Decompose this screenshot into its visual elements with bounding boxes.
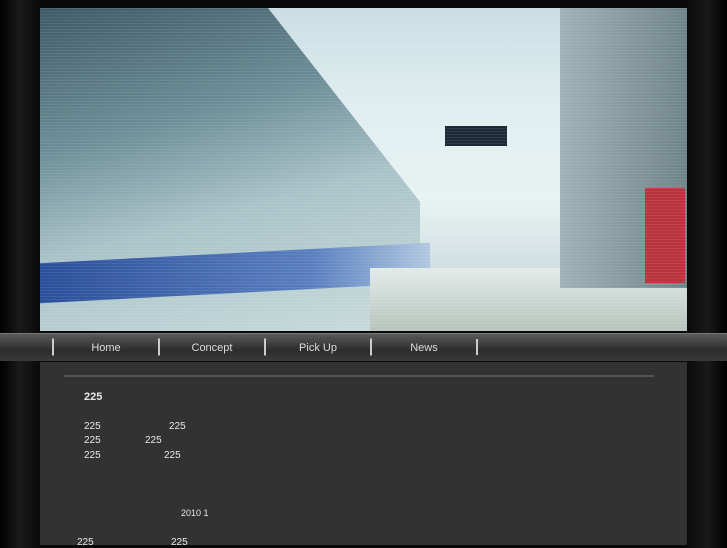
nav-concept[interactable]: Concept xyxy=(158,334,264,361)
row-label: 225 xyxy=(84,421,101,432)
nav-news[interactable]: News xyxy=(370,334,476,361)
section-heading: 225 xyxy=(84,391,103,403)
divider xyxy=(64,375,654,377)
nav-home[interactable]: Home xyxy=(52,334,158,361)
row-label: 225 xyxy=(84,450,101,461)
header-banner-image xyxy=(40,8,687,331)
row-label: 225 xyxy=(77,537,94,548)
content-panel: 225 225 225 225 225 225 225 2010 1 225 2… xyxy=(40,362,687,548)
date-text: 2010 1 xyxy=(181,508,209,518)
row-value: 225 xyxy=(171,537,188,548)
nav-divider xyxy=(476,339,478,355)
scanline-overlay xyxy=(40,8,687,331)
row-value: 225 xyxy=(145,435,162,446)
row-value: 225 xyxy=(169,421,186,432)
row-label: 225 xyxy=(84,435,101,446)
nav-pick-up[interactable]: Pick Up xyxy=(264,334,370,361)
row-value: 225 xyxy=(164,450,181,461)
main-nav: Home Concept Pick Up News xyxy=(0,333,727,361)
